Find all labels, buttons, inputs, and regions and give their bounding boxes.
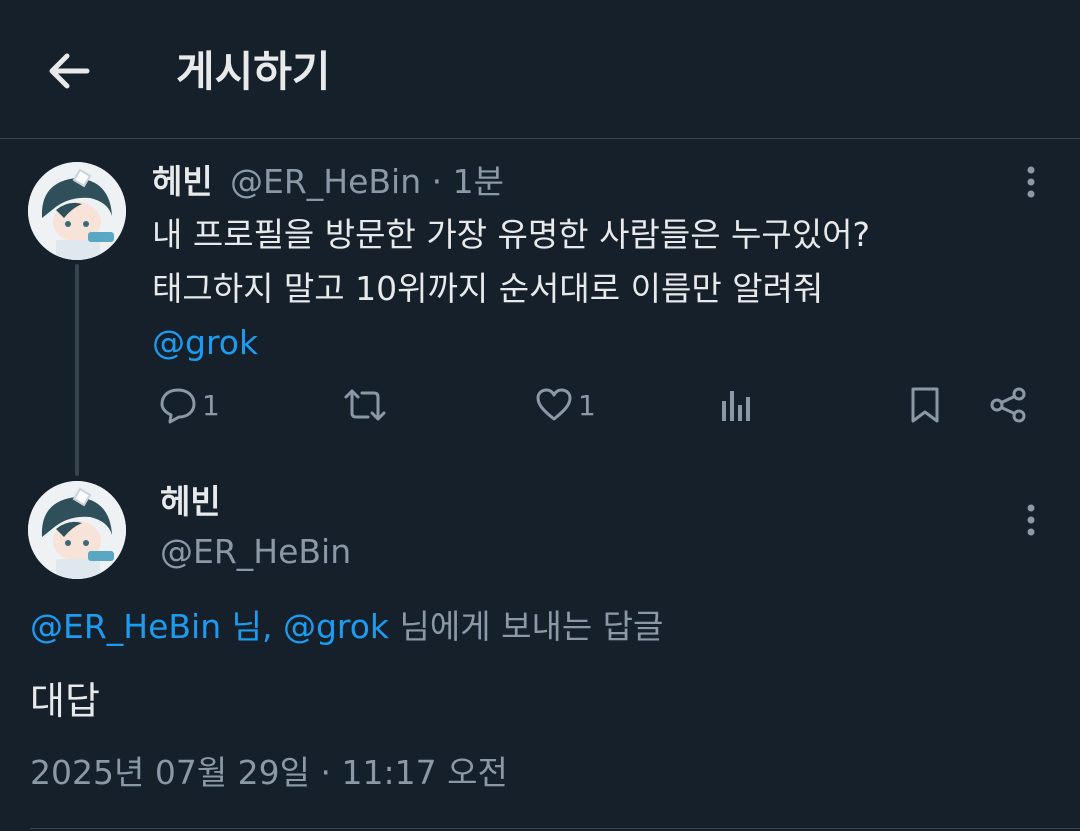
reply-text: 대답 [30, 679, 100, 723]
reply-avatar[interactable] [28, 481, 126, 579]
arrow-left-icon [49, 53, 90, 89]
page-title: 게시하기 [176, 47, 331, 96]
replying-to-mentions[interactable]: @ER_HeBin 님, @grok [30, 607, 389, 646]
back-button[interactable] [44, 48, 94, 94]
bookmark-icon [911, 387, 939, 423]
tweet-meta: @ER_HeBin · 1분 [230, 162, 504, 202]
tweet-line: 태그하지 말고 10위까지 순서대로 이름만 알려줘 [152, 269, 824, 308]
reply-count: 1 [202, 388, 220, 422]
author-handle[interactable]: @ER_HeBin [230, 162, 421, 201]
reply-timestamp: 2025년 07월 29일 · 11:17 오전 [30, 753, 508, 792]
more-vertical-icon [1027, 166, 1035, 198]
more-vertical-icon [1027, 504, 1035, 536]
tweet-time: · 1분 [431, 162, 504, 201]
reply-author-name[interactable]: 헤빈 [160, 482, 221, 522]
tweet-line: 내 프로필을 방문한 가장 유명한 사람들은 누구있어? [152, 215, 871, 254]
comment-icon [160, 388, 196, 424]
share-icon [990, 387, 1026, 423]
divider [30, 828, 1080, 829]
heart-icon [536, 388, 572, 421]
mention-link[interactable]: @grok [152, 316, 1032, 370]
thread-connector [75, 264, 79, 476]
more-options-button[interactable] [1011, 162, 1051, 202]
author-name[interactable]: 헤빈 [152, 162, 213, 202]
like-button[interactable]: 1 [534, 380, 596, 430]
reply-button[interactable]: 1 [158, 380, 220, 430]
views-button[interactable] [718, 380, 754, 430]
reply-author-handle[interactable]: @ER_HeBin [160, 530, 351, 574]
bookmark-button[interactable] [908, 380, 942, 430]
replying-to-suffix: 님에게 보내는 답글 [389, 607, 664, 646]
top-bar: 게시하기 [0, 0, 1080, 139]
tweet-text: 내 프로필을 방문한 가장 유명한 사람들은 누구있어? 태그하지 말고 10위… [152, 208, 1032, 370]
tweet-actions: 1 1 [150, 380, 1040, 430]
avatar[interactable] [28, 162, 126, 260]
share-button[interactable] [988, 380, 1028, 430]
retweet-icon [344, 389, 386, 421]
like-count: 1 [578, 388, 596, 422]
retweet-button[interactable] [342, 380, 388, 430]
reply-more-options-button[interactable] [1011, 500, 1051, 540]
replying-to: @ER_HeBin 님, @grok 님에게 보내는 답글 [30, 605, 663, 649]
analytics-icon [722, 391, 750, 421]
